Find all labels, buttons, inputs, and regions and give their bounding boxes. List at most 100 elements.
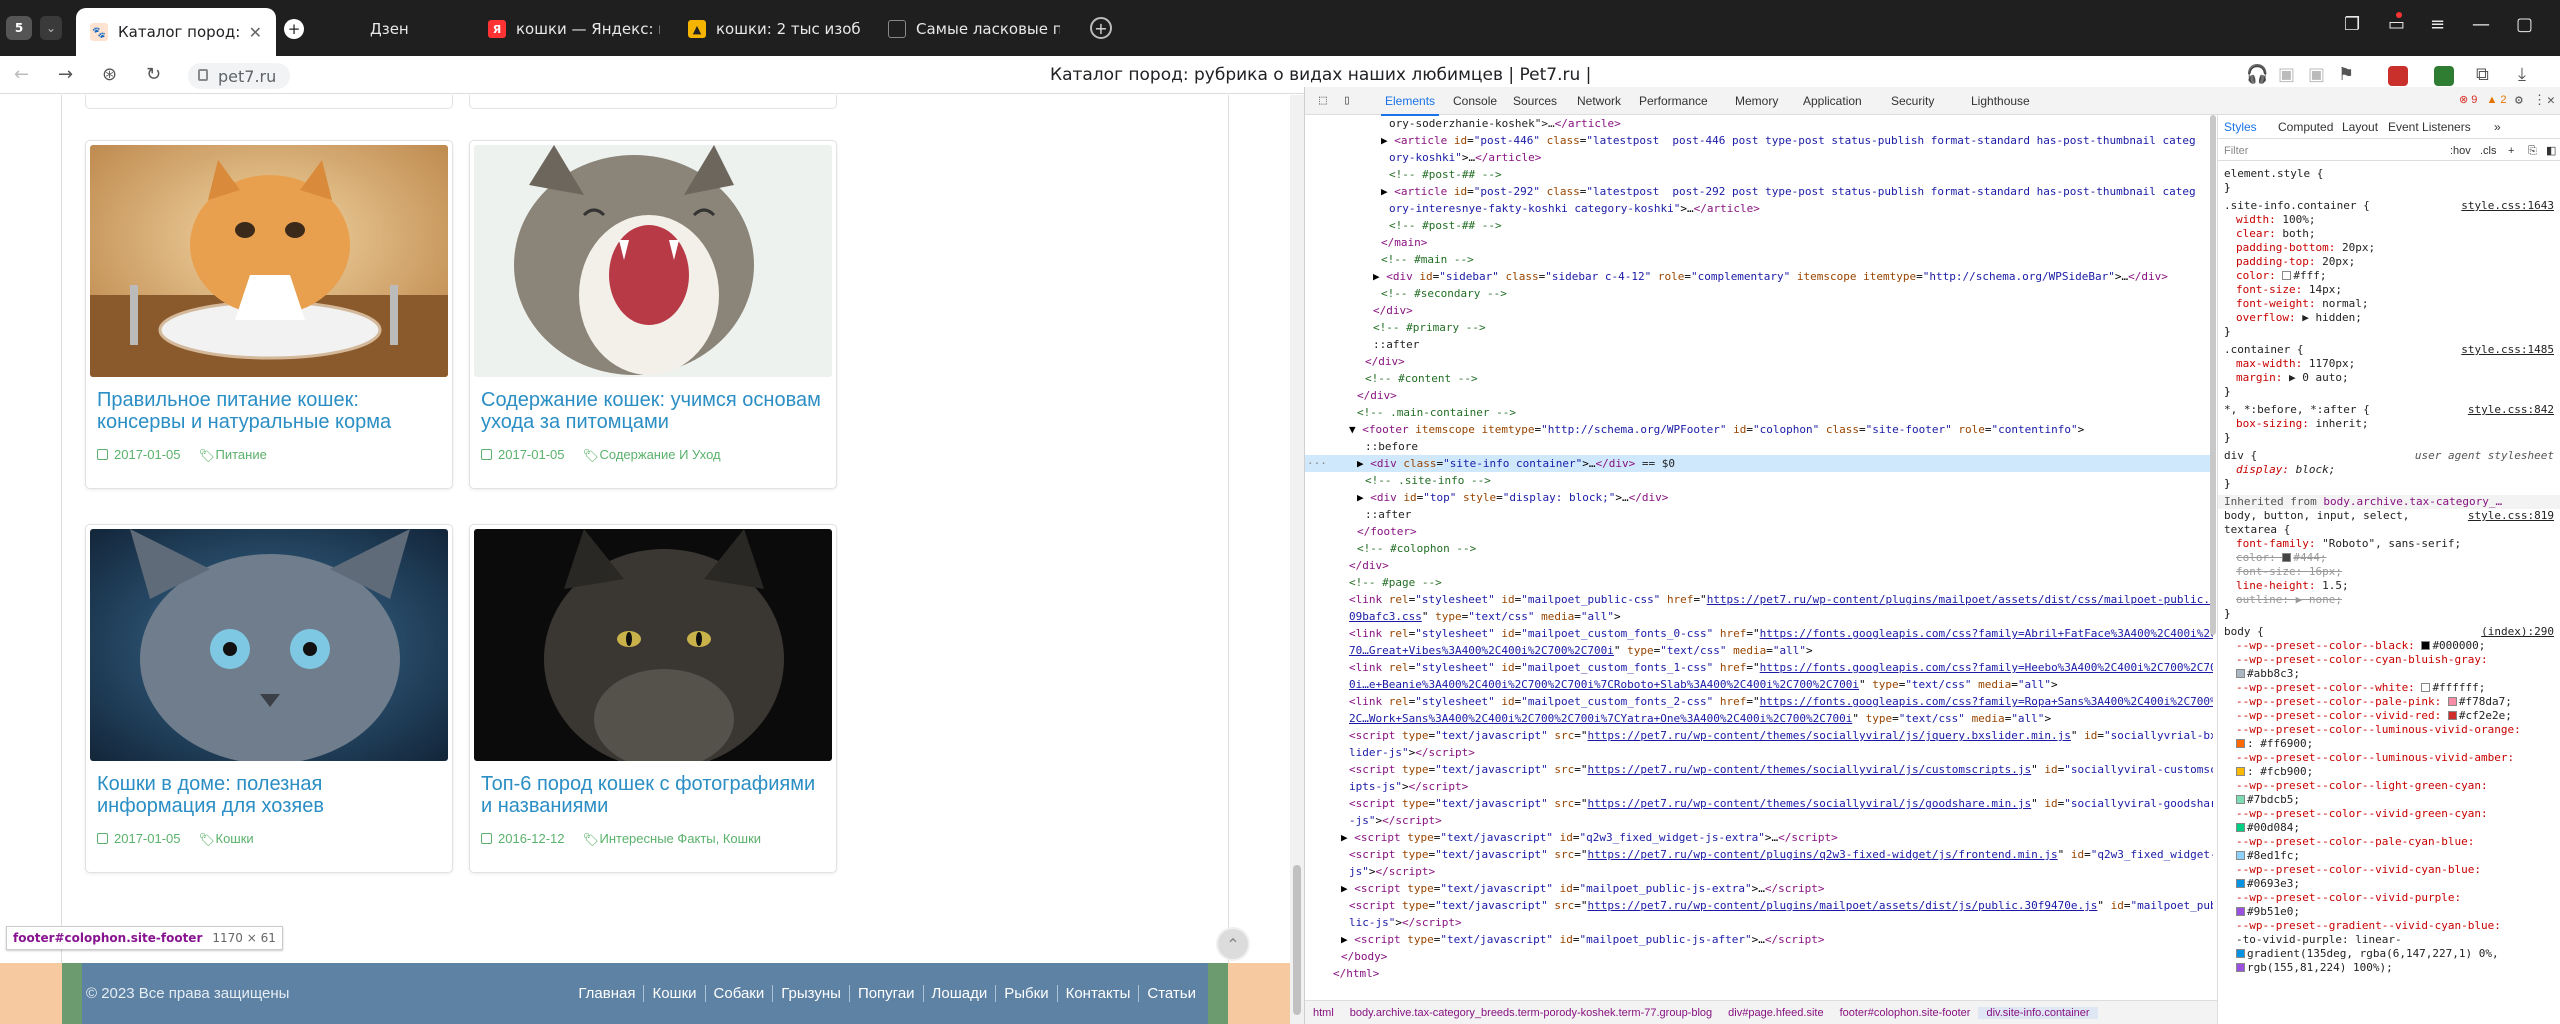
footer-nav-link[interactable]: Рыбки bbox=[995, 985, 1056, 1002]
css-rule-end[interactable]: } bbox=[2224, 477, 2554, 491]
back-arrow-icon[interactable]: ← bbox=[14, 64, 29, 85]
headphones-icon[interactable]: 🎧 bbox=[2246, 64, 2268, 85]
tab-yandex[interactable]: Я кошки — Яндекс: нашлос bbox=[474, 8, 674, 50]
dom-node[interactable]: ▶ <script type="text/javascript" id="q2w… bbox=[1305, 829, 2213, 846]
post-category[interactable]: 🏷Питание bbox=[199, 447, 267, 463]
post-card[interactable]: Содержание кошек: учимся основам ухода з… bbox=[469, 140, 837, 489]
dom-node-selected[interactable]: ▶ <div class="site-info container">…</di… bbox=[1305, 455, 2213, 472]
css-declaration[interactable]: --wp--preset--color--luminous-vivid-ambe… bbox=[2224, 751, 2554, 765]
css-declaration[interactable]: max-width: 1170px; bbox=[2224, 357, 2554, 371]
dom-node[interactable]: <link rel="stylesheet" id="mailpoet_publ… bbox=[1305, 591, 2213, 608]
css-declaration[interactable]: --wp--preset--color--vivid-green-cyan: bbox=[2224, 807, 2554, 821]
css-rule-end[interactable]: } bbox=[2224, 385, 2554, 399]
css-declaration[interactable]: padding-top: 20px; bbox=[2224, 255, 2554, 269]
styles-tab[interactable]: » bbox=[2494, 120, 2501, 134]
color-swatch-icon[interactable] bbox=[2236, 795, 2245, 804]
dom-node[interactable]: <!-- #page --> bbox=[1305, 574, 2213, 591]
css-declaration[interactable]: font-family: "Roboto", sans-serif; bbox=[2224, 537, 2554, 551]
category-link[interactable]: Содержание И Уход bbox=[600, 447, 721, 462]
css-selector[interactable]: .container {style.css:1485 bbox=[2224, 343, 2554, 357]
dom-node[interactable]: <!-- #colophon --> bbox=[1305, 540, 2213, 557]
post-thumbnail[interactable] bbox=[474, 529, 832, 761]
css-declaration[interactable]: --wp--preset--color--vivid-red: #cf2e2e; bbox=[2224, 709, 2554, 723]
category-link[interactable]: Интересные Факты, Кошки bbox=[600, 831, 762, 846]
close-tab-icon[interactable]: ✕ bbox=[249, 23, 262, 42]
breadcrumb-item[interactable]: div#page.hfeed.site bbox=[1720, 1007, 1831, 1019]
devtools-tab-network[interactable]: Network bbox=[1577, 94, 1621, 108]
css-declaration[interactable]: : #ff6900; bbox=[2224, 737, 2554, 751]
dom-node[interactable]: ▼ <footer itemscope itemtype="http://sch… bbox=[1305, 421, 2213, 438]
devtools-tab-lighthouse[interactable]: Lighthouse bbox=[1971, 94, 2030, 108]
dom-scrollbar[interactable] bbox=[2209, 115, 2217, 1000]
css-declaration[interactable]: #8ed1fc; bbox=[2224, 849, 2554, 863]
color-swatch-icon[interactable] bbox=[2236, 739, 2245, 748]
css-declaration[interactable]: font-size: 16px; bbox=[2224, 565, 2554, 579]
post-card[interactable]: Правильное питание кошек: консервы и нат… bbox=[85, 140, 453, 489]
footer-nav-link[interactable]: Статьи bbox=[1138, 985, 1204, 1002]
dom-node[interactable]: ory-interesnye-fakty-koshki category-kos… bbox=[1305, 200, 2213, 217]
dom-node[interactable]: <!-- #content --> bbox=[1305, 370, 2213, 387]
breadcrumb-item[interactable]: div.site-info.container bbox=[1978, 1006, 2098, 1019]
address-bar[interactable]: pet7.ru bbox=[188, 63, 291, 89]
css-declaration[interactable]: overflow: ▶ hidden; bbox=[2224, 311, 2554, 325]
page-scrollbar[interactable] bbox=[1290, 95, 1304, 1024]
color-swatch-icon[interactable] bbox=[2236, 851, 2245, 860]
css-declaration[interactable]: padding-bottom: 20px; bbox=[2224, 241, 2554, 255]
css-selector[interactable]: body {(index):290 bbox=[2224, 625, 2554, 639]
css-declaration[interactable]: #abb8c3; bbox=[2224, 667, 2554, 681]
devtools-tab-console[interactable]: Console bbox=[1453, 94, 1497, 108]
dom-node[interactable]: <!-- .site-info --> bbox=[1305, 472, 2213, 489]
dom-node[interactable]: <!-- #post-## --> bbox=[1305, 217, 2213, 234]
dom-node[interactable]: ory-soderzhanie-koshek">…</article> bbox=[1305, 115, 2213, 132]
color-swatch-icon[interactable] bbox=[2236, 669, 2245, 678]
devtools-tab-sources[interactable]: Sources bbox=[1513, 94, 1557, 108]
dom-node[interactable]: <!-- #secondary --> bbox=[1305, 285, 2213, 302]
footer-nav-link[interactable]: Собаки bbox=[704, 985, 773, 1002]
dom-node[interactable]: </div> bbox=[1305, 557, 2213, 574]
post-thumbnail[interactable] bbox=[90, 529, 448, 761]
dom-node[interactable]: ::after bbox=[1305, 336, 2213, 353]
element-state-icon[interactable]: ⎘ bbox=[2528, 144, 2537, 158]
color-swatch-icon[interactable] bbox=[2236, 823, 2245, 832]
post-title-link[interactable]: Топ-6 пород кошек с фотографиями и назва… bbox=[481, 773, 826, 817]
css-declaration[interactable]: font-size: 14px; bbox=[2224, 283, 2554, 297]
dom-node[interactable]: lider-js"></script> bbox=[1305, 744, 2213, 761]
device-toolbar-icon[interactable]: ▯ bbox=[1343, 93, 1351, 108]
color-swatch-icon[interactable] bbox=[2421, 641, 2431, 650]
styles-tab[interactable]: Event Listeners bbox=[2388, 120, 2471, 134]
styles-tab[interactable]: Computed bbox=[2278, 120, 2333, 134]
css-declaration[interactable]: #00d084; bbox=[2224, 821, 2554, 835]
post-card[interactable]: Кошки в доме: полезная информация для хо… bbox=[85, 524, 453, 873]
devtools-tab-performance[interactable]: Performance bbox=[1639, 94, 1708, 108]
reload-icon[interactable]: ↻ bbox=[146, 64, 161, 85]
post-category[interactable]: 🏷Содержание И Уход bbox=[583, 447, 721, 463]
css-declaration[interactable]: --wp--preset--gradient--vivid-cyan-blue: bbox=[2224, 919, 2554, 933]
toggle-sidebar-icon[interactable]: ◧ bbox=[2546, 144, 2556, 158]
tab-images[interactable]: ▲ кошки: 2 тыс изображен bbox=[674, 8, 874, 50]
close-devtools-icon[interactable]: ✕ bbox=[2547, 93, 2555, 108]
css-source-link[interactable]: style.css:819 bbox=[2468, 509, 2554, 523]
dom-node[interactable]: ▶ <article id="post-292" class="latestpo… bbox=[1305, 183, 2213, 200]
hover-state-toggle[interactable]: :hov bbox=[2450, 144, 2471, 158]
dom-node[interactable]: <!-- #main --> bbox=[1305, 251, 2213, 268]
dom-node[interactable]: </html> bbox=[1305, 965, 2213, 982]
tab-actions-icon[interactable]: ❐ bbox=[2344, 14, 2360, 35]
color-swatch-icon[interactable] bbox=[2447, 711, 2457, 720]
css-rule-end[interactable]: } bbox=[2224, 181, 2554, 195]
more-options-icon[interactable]: ⋮ bbox=[2533, 93, 2546, 108]
breadcrumb-item[interactable]: body.archive.tax-category_breeds.term-po… bbox=[1342, 1007, 1720, 1019]
color-swatch-icon[interactable] bbox=[2236, 949, 2245, 958]
devtools-tab-elements[interactable]: Elements bbox=[1380, 94, 1440, 116]
css-selector[interactable]: *, *:before, *:after {style.css:842 bbox=[2224, 403, 2554, 417]
extension-icon[interactable]: ▣ bbox=[2308, 64, 2325, 85]
css-declaration[interactable]: --wp--preset--color--luminous-vivid-oran… bbox=[2224, 723, 2554, 737]
footer-nav-link[interactable]: Кошки bbox=[643, 985, 704, 1002]
css-declaration[interactable]: --wp--preset--color--light-green-cyan: bbox=[2224, 779, 2554, 793]
dom-node[interactable]: ory-koshki">…</article> bbox=[1305, 149, 2213, 166]
menu-icon[interactable]: ≡ bbox=[2430, 14, 2445, 35]
new-tab-plus-icon[interactable]: + bbox=[284, 19, 304, 39]
bookmark-icon[interactable]: ⚑ bbox=[2338, 64, 2354, 85]
styles-tab[interactable]: Layout bbox=[2342, 120, 2378, 134]
footer-nav-link[interactable]: Лошади bbox=[922, 985, 996, 1002]
dom-node[interactable]: </main> bbox=[1305, 234, 2213, 251]
